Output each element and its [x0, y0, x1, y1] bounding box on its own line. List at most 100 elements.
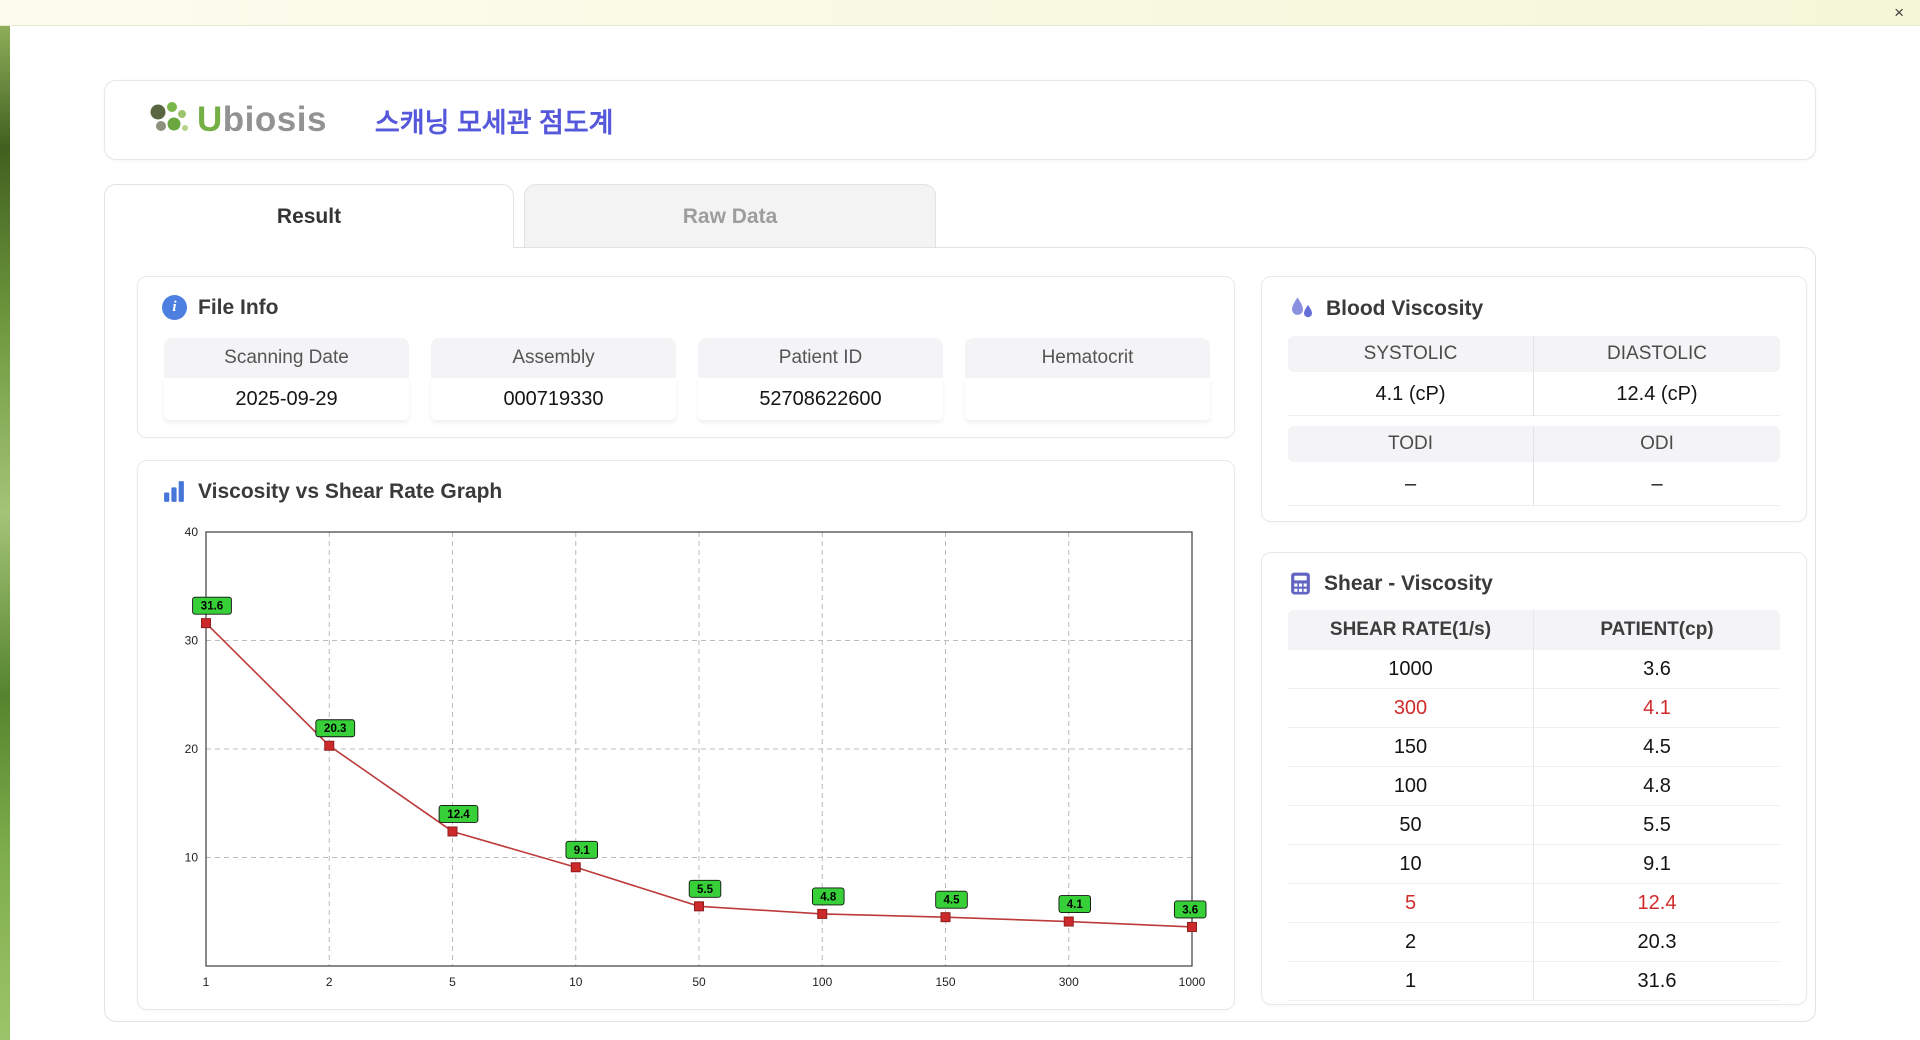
svg-text:3.6: 3.6 — [1182, 904, 1198, 916]
patient-cp-cell: 9.1 — [1643, 853, 1671, 875]
svg-text:5.5: 5.5 — [697, 884, 714, 896]
header-card: Ubiosis 스캐닝 모세관 점도계 — [104, 80, 1816, 160]
svg-text:20.3: 20.3 — [324, 723, 346, 735]
graph-title: Viscosity vs Shear Rate Graph — [198, 479, 503, 503]
tab-raw-data[interactable]: Raw Data — [524, 184, 936, 248]
shear-viscosity-title-row: Shear - Viscosity — [1288, 571, 1780, 596]
svg-text:20: 20 — [185, 742, 199, 756]
file-info-field-assembly: Assembly 000719330 — [431, 338, 676, 420]
blood-viscosity-title: Blood Viscosity — [1326, 296, 1484, 320]
file-info-title-row: i File Info — [162, 295, 1210, 320]
shear-table-row: 5 12.4 — [1288, 884, 1780, 923]
window-titlebar: × — [0, 0, 1920, 26]
patient-cp-cell: 12.4 — [1637, 892, 1677, 914]
chart-area: 10 20 30 40 1 2 5 10 50 100 150 300 1000 31.6 20.3 12.4… — [162, 518, 1210, 1001]
field-value: 000719330 — [431, 378, 676, 420]
tab-result[interactable]: Result — [104, 184, 514, 248]
graph-title-row: Viscosity vs Shear Rate Graph — [162, 479, 1210, 504]
bv-header: TODI — [1288, 426, 1534, 462]
shear-rate-cell: 1000 — [1288, 650, 1534, 688]
patient-cp-cell: 3.6 — [1643, 658, 1671, 680]
shear-table-body: 1000 3.6 300 4.1 150 4.5 100 4.8 50 5.5 10 9.1 5 12.4… — [1288, 650, 1780, 1001]
svg-text:4.8: 4.8 — [820, 891, 837, 903]
blood-viscosity-title-row: Blood Viscosity — [1288, 295, 1780, 322]
shear-rate-cell: 300 — [1288, 689, 1534, 727]
shear-rate-cell: 50 — [1288, 806, 1534, 844]
shear-table-row: 150 4.5 — [1288, 728, 1780, 767]
blood-viscosity-table: SYSTOLIC DIASTOLIC 4.1 (cP) 12.4 (cP) TODI OD… — [1288, 336, 1780, 506]
svg-text:100: 100 — [812, 975, 832, 989]
shear-table-row: 50 5.5 — [1288, 806, 1780, 845]
shear-table: SHEAR RATE(1/s) PATIENT(cp) 1000 3.6 300 4.… — [1288, 610, 1780, 1001]
shear-rate-cell: 2 — [1288, 923, 1534, 961]
svg-text:1000: 1000 — [1179, 975, 1206, 989]
svg-text:10: 10 — [569, 975, 583, 989]
graph-panel: Viscosity vs Shear Rate Graph 10 20 30 40 1 2… — [137, 460, 1235, 1010]
bv-header: DIASTOLIC — [1534, 336, 1780, 372]
patient-cp-cell: 5.5 — [1643, 814, 1671, 836]
bv-header: SYSTOLIC — [1288, 336, 1534, 372]
bv-value: 12.4 (cP) — [1534, 372, 1780, 416]
shear-table-header: SHEAR RATE(1/s) PATIENT(cp) — [1288, 610, 1780, 650]
file-info-panel: i File Info Scanning Date 2025-09-29 Assem… — [137, 276, 1235, 438]
bar-chart-icon — [164, 481, 184, 502]
logo-wordmark: Ubiosis — [197, 100, 327, 139]
shear-table-row: 1000 3.6 — [1288, 650, 1780, 689]
patient-cp-cell: 4.5 — [1643, 736, 1671, 758]
svg-text:2: 2 — [326, 975, 333, 989]
shear-table-row: 100 4.8 — [1288, 767, 1780, 806]
bv-value: – — [1288, 462, 1534, 506]
shear-rate-cell: 100 — [1288, 767, 1534, 805]
close-icon[interactable]: × — [1894, 3, 1904, 23]
patient-cp-cell: 4.8 — [1643, 775, 1671, 797]
patient-cp-header: PATIENT(cp) — [1600, 619, 1714, 640]
file-info-field-hematocrit: Hematocrit — [965, 338, 1210, 420]
file-info-fields: Scanning Date 2025-09-29 Assembly 000719330… — [162, 338, 1210, 420]
shear-rate-header: SHEAR RATE(1/s) — [1288, 610, 1534, 650]
viscosity-chart: 10 20 30 40 1 2 5 10 50 100 150 300 1000 31.6 20.3 12.4… — [185, 525, 1207, 989]
desktop-background-strip — [0, 26, 10, 1040]
svg-text:40: 40 — [185, 525, 199, 539]
svg-text:300: 300 — [1059, 975, 1079, 989]
shear-table-row: 10 9.1 — [1288, 845, 1780, 884]
field-label: Patient ID — [698, 338, 943, 378]
bv-value: 4.1 (cP) — [1288, 372, 1534, 416]
svg-text:9.1: 9.1 — [574, 845, 591, 857]
bv-value: – — [1534, 462, 1780, 506]
field-label: Hematocrit — [965, 338, 1210, 378]
file-info-field-scanning-date: Scanning Date 2025-09-29 — [164, 338, 409, 420]
shear-rate-cell: 10 — [1288, 845, 1534, 883]
svg-text:4.5: 4.5 — [944, 895, 961, 907]
shear-rate-cell: 150 — [1288, 728, 1534, 766]
logo: Ubiosis — [147, 99, 327, 141]
shear-rate-cell: 1 — [1288, 962, 1534, 1000]
blood-viscosity-panel: Blood Viscosity SYSTOLIC DIASTOLIC 4.1 (cP… — [1261, 276, 1807, 522]
patient-cp-cell: 31.6 — [1637, 970, 1677, 992]
svg-text:12.4: 12.4 — [447, 809, 470, 821]
shear-viscosity-title: Shear - Viscosity — [1324, 571, 1493, 595]
field-value — [965, 378, 1210, 420]
shear-table-row: 1 31.6 — [1288, 962, 1780, 1001]
field-label: Assembly — [431, 338, 676, 378]
svg-text:31.6: 31.6 — [201, 601, 223, 613]
svg-text:5: 5 — [449, 975, 456, 989]
svg-text:30: 30 — [185, 634, 199, 648]
svg-text:1: 1 — [203, 975, 210, 989]
svg-text:10: 10 — [185, 851, 199, 865]
logo-icon — [150, 102, 188, 131]
shear-rate-cell: 5 — [1288, 884, 1534, 922]
droplets-icon — [1292, 297, 1312, 318]
shear-viscosity-panel: Shear - Viscosity SHEAR RATE(1/s) PATIEN… — [1261, 552, 1807, 1005]
shear-table-row: 300 4.1 — [1288, 689, 1780, 728]
svg-text:150: 150 — [935, 975, 955, 989]
patient-cp-cell: 4.1 — [1643, 697, 1671, 719]
patient-cp-cell: 20.3 — [1637, 931, 1677, 953]
field-value: 52708622600 — [698, 378, 943, 420]
svg-text:50: 50 — [692, 975, 706, 989]
result-content-card: i File Info Scanning Date 2025-09-29 Assem… — [104, 247, 1816, 1022]
shear-table-row: 2 20.3 — [1288, 923, 1780, 962]
bv-header: ODI — [1534, 426, 1780, 462]
info-icon: i — [162, 295, 187, 320]
svg-text:4.1: 4.1 — [1067, 899, 1084, 911]
app-title: 스캐닝 모세관 점도계 — [374, 107, 614, 138]
